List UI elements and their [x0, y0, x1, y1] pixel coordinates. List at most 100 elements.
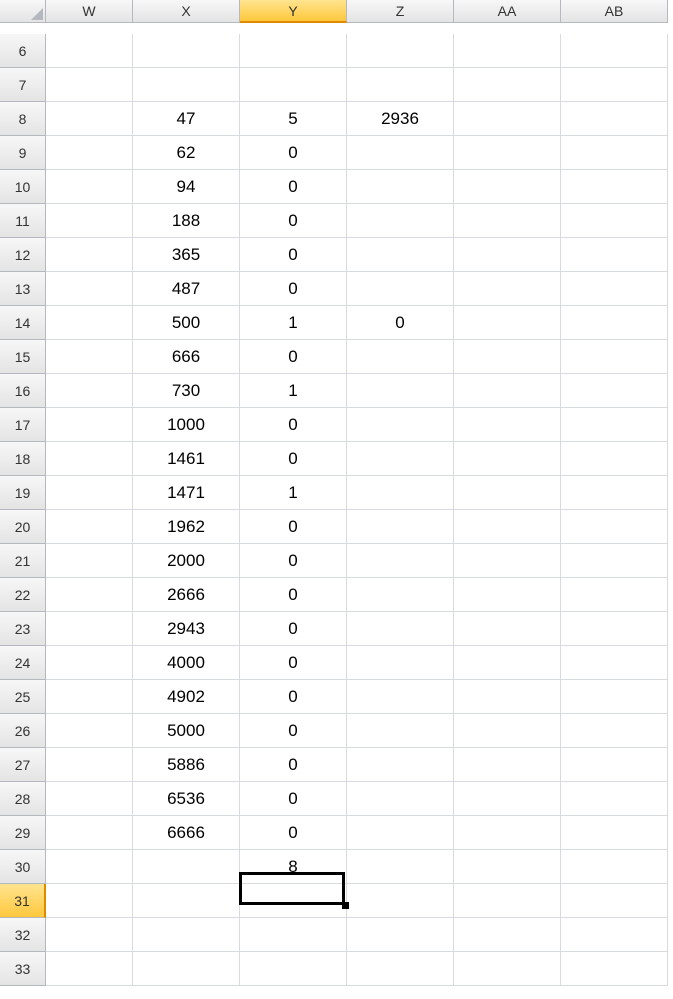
row-header-19[interactable]: 19 — [0, 476, 46, 510]
row-header-14[interactable]: 14 — [0, 306, 46, 340]
cell-AA24[interactable] — [454, 646, 561, 680]
cell-Z10[interactable] — [347, 170, 454, 204]
row-header-31[interactable]: 31 — [0, 884, 46, 918]
select-all-corner[interactable] — [0, 0, 46, 23]
cell-AA11[interactable] — [454, 204, 561, 238]
cell-AB33[interactable] — [561, 952, 668, 986]
column-header-X[interactable]: X — [133, 0, 240, 23]
cell-AB25[interactable] — [561, 680, 668, 714]
cell-W9[interactable] — [46, 136, 133, 170]
cell-AB20[interactable] — [561, 510, 668, 544]
cell-X7[interactable] — [133, 68, 240, 102]
cell-Z9[interactable] — [347, 136, 454, 170]
cell-Z17[interactable] — [347, 408, 454, 442]
cell-X18[interactable]: 1461 — [133, 442, 240, 476]
cell-Y17[interactable]: 0 — [240, 408, 347, 442]
cell-Z14[interactable]: 0 — [347, 306, 454, 340]
cell-Z32[interactable] — [347, 918, 454, 952]
row-header-23[interactable]: 23 — [0, 612, 46, 646]
cell-AA31[interactable] — [454, 884, 561, 918]
row-header-8[interactable]: 8 — [0, 102, 46, 136]
cell-AA17[interactable] — [454, 408, 561, 442]
cell-W28[interactable] — [46, 782, 133, 816]
cell-Z13[interactable] — [347, 272, 454, 306]
row-header-11[interactable]: 11 — [0, 204, 46, 238]
cell-AB12[interactable] — [561, 238, 668, 272]
cell-AB15[interactable] — [561, 340, 668, 374]
row-header-24[interactable]: 24 — [0, 646, 46, 680]
cell-W6[interactable] — [46, 34, 133, 68]
cell-AA27[interactable] — [454, 748, 561, 782]
cell-X27[interactable]: 5886 — [133, 748, 240, 782]
cell-Y8[interactable]: 5 — [240, 102, 347, 136]
cell-X12[interactable]: 365 — [133, 238, 240, 272]
cell-Y16[interactable]: 1 — [240, 374, 347, 408]
cell-X20[interactable]: 1962 — [133, 510, 240, 544]
fill-handle[interactable] — [342, 902, 349, 909]
cell-Z22[interactable] — [347, 578, 454, 612]
row-header-33[interactable]: 33 — [0, 952, 46, 986]
row-header-7[interactable]: 7 — [0, 68, 46, 102]
cell-W7[interactable] — [46, 68, 133, 102]
cell-X16[interactable]: 730 — [133, 374, 240, 408]
cell-Z12[interactable] — [347, 238, 454, 272]
cell-AB27[interactable] — [561, 748, 668, 782]
cell-AA13[interactable] — [454, 272, 561, 306]
cell-Y30[interactable]: 8 — [240, 850, 347, 884]
row-header-30[interactable]: 30 — [0, 850, 46, 884]
cell-X13[interactable]: 487 — [133, 272, 240, 306]
cell-X24[interactable]: 4000 — [133, 646, 240, 680]
cell-AB7[interactable] — [561, 68, 668, 102]
cell-Z7[interactable] — [347, 68, 454, 102]
cell-X25[interactable]: 4902 — [133, 680, 240, 714]
cell-Y12[interactable]: 0 — [240, 238, 347, 272]
cell-AA6[interactable] — [454, 34, 561, 68]
cell-AA32[interactable] — [454, 918, 561, 952]
cell-X6[interactable] — [133, 34, 240, 68]
cell-AA28[interactable] — [454, 782, 561, 816]
row-header-22[interactable]: 22 — [0, 578, 46, 612]
row-header-15[interactable]: 15 — [0, 340, 46, 374]
cell-X8[interactable]: 47 — [133, 102, 240, 136]
cell-AB17[interactable] — [561, 408, 668, 442]
cell-Y26[interactable]: 0 — [240, 714, 347, 748]
cell-Y11[interactable]: 0 — [240, 204, 347, 238]
cell-X32[interactable] — [133, 918, 240, 952]
cell-Z30[interactable] — [347, 850, 454, 884]
column-header-W[interactable]: W — [46, 0, 133, 23]
cell-X31[interactable] — [133, 884, 240, 918]
cell-X9[interactable]: 62 — [133, 136, 240, 170]
cell-X19[interactable]: 1471 — [133, 476, 240, 510]
cell-Y21[interactable]: 0 — [240, 544, 347, 578]
cell-AB13[interactable] — [561, 272, 668, 306]
cell-AB19[interactable] — [561, 476, 668, 510]
cell-Z20[interactable] — [347, 510, 454, 544]
cell-X30[interactable] — [133, 850, 240, 884]
cell-AA30[interactable] — [454, 850, 561, 884]
cell-AA23[interactable] — [454, 612, 561, 646]
cell-W31[interactable] — [46, 884, 133, 918]
cell-W10[interactable] — [46, 170, 133, 204]
cell-AB16[interactable] — [561, 374, 668, 408]
cell-W32[interactable] — [46, 918, 133, 952]
cell-Y9[interactable]: 0 — [240, 136, 347, 170]
cell-X22[interactable]: 2666 — [133, 578, 240, 612]
cell-AB8[interactable] — [561, 102, 668, 136]
cell-AB32[interactable] — [561, 918, 668, 952]
cell-AB24[interactable] — [561, 646, 668, 680]
cell-W30[interactable] — [46, 850, 133, 884]
cell-Z27[interactable] — [347, 748, 454, 782]
cell-AA33[interactable] — [454, 952, 561, 986]
row-header-29[interactable]: 29 — [0, 816, 46, 850]
cell-Y25[interactable]: 0 — [240, 680, 347, 714]
cell-AB28[interactable] — [561, 782, 668, 816]
cell-Y19[interactable]: 1 — [240, 476, 347, 510]
cell-W14[interactable] — [46, 306, 133, 340]
cell-Z24[interactable] — [347, 646, 454, 680]
cell-AB30[interactable] — [561, 850, 668, 884]
cell-Y32[interactable] — [240, 918, 347, 952]
cell-AB29[interactable] — [561, 816, 668, 850]
cell-X10[interactable]: 94 — [133, 170, 240, 204]
cell-X15[interactable]: 666 — [133, 340, 240, 374]
cell-Y24[interactable]: 0 — [240, 646, 347, 680]
